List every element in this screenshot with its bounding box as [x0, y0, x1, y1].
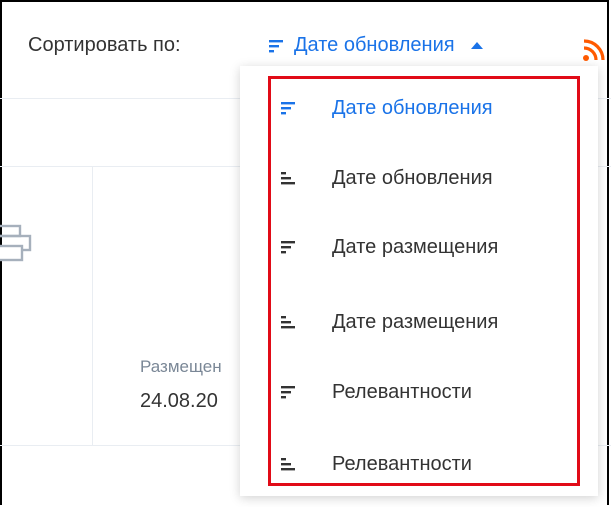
sort-current-value: Дате обновления	[294, 34, 455, 56]
sort-desc-icon	[269, 39, 283, 52]
rss-icon[interactable]	[582, 38, 606, 62]
caret-up-icon	[470, 42, 483, 49]
placed-date: 24.08.20	[140, 390, 218, 412]
column-divider	[92, 166, 93, 446]
placed-label: Размещен	[140, 357, 222, 376]
sort-dropdown-toggle[interactable]: Дате обновления	[268, 34, 483, 57]
sort-label: Сортировать по:	[28, 34, 181, 56]
print-icon[interactable]	[0, 224, 36, 264]
highlight-box	[268, 76, 580, 486]
